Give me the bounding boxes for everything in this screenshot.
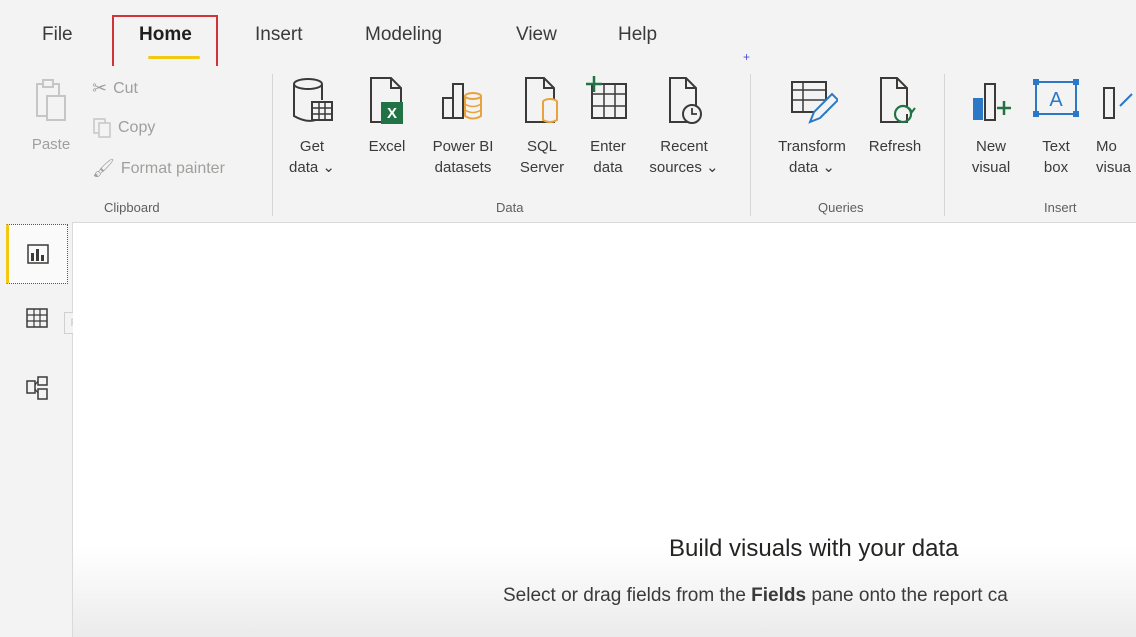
- tab-view[interactable]: View: [516, 24, 557, 46]
- new-visual-label-2: visual: [971, 159, 1011, 176]
- database-table-icon: [293, 78, 333, 122]
- group-label-data: Data: [496, 200, 524, 215]
- text-box-button[interactable]: A Text box: [1030, 74, 1082, 178]
- subtitle-text-fields: Fields: [751, 585, 807, 606]
- new-visual-icon: [973, 83, 1011, 121]
- transform-data-label-2: data ⌄: [789, 159, 835, 176]
- group-label-queries: Queries: [818, 200, 864, 215]
- paste-label: Paste: [31, 136, 71, 153]
- enter-data-label-2: data: [593, 159, 623, 176]
- more-visuals-icon: [1103, 87, 1133, 119]
- svg-text:X: X: [387, 105, 397, 122]
- paintbrush-icon: 🖌: [92, 158, 115, 178]
- ribbon-tab-bar: File Home Insert Modeling View Help +: [0, 0, 1136, 69]
- sql-server-label-1: SQL: [526, 138, 557, 155]
- get-data-label-1: Get: [299, 138, 325, 155]
- empty-state-subtitle: Select or drag fields from the Fields pa…: [503, 585, 1008, 607]
- recent-sources-button[interactable]: Recent sources ⌄: [642, 74, 726, 178]
- model-view-button[interactable]: [6, 358, 68, 418]
- plus-marker-icon: +: [743, 50, 751, 64]
- subtitle-text-pre: Select or drag fields from the: [503, 585, 752, 606]
- svg-text:A: A: [1049, 89, 1063, 111]
- copy-button[interactable]: Copy: [92, 118, 155, 138]
- paste-icon: [36, 79, 66, 121]
- transform-pencil-icon: [791, 81, 840, 124]
- left-view-nav: [0, 222, 73, 637]
- text-box-label-2: box: [1043, 159, 1069, 176]
- empty-state-title: Build visuals with your data: [669, 535, 959, 562]
- refresh-button[interactable]: Refresh: [860, 74, 930, 157]
- power-bi-datasets-label-2: datasets: [434, 159, 492, 176]
- more-visuals-label-2: visua: [1096, 159, 1132, 176]
- excel-button[interactable]: X Excel: [362, 74, 412, 157]
- excel-icon: X: [370, 77, 403, 124]
- copy-icon: [93, 118, 111, 138]
- group-label-insert: Insert: [1044, 200, 1077, 215]
- more-visuals-label-1: Mo: [1096, 138, 1117, 155]
- tab-insert[interactable]: Insert: [255, 24, 303, 46]
- data-view-button[interactable]: [6, 288, 68, 348]
- enter-data-label-1: Enter: [590, 138, 626, 155]
- text-box-label-1: Text: [1042, 138, 1070, 155]
- tab-file[interactable]: File: [42, 24, 73, 46]
- tab-help[interactable]: Help: [618, 24, 657, 46]
- report-view-button[interactable]: [6, 224, 68, 284]
- power-bi-datasets-button[interactable]: Power BI datasets: [424, 74, 502, 178]
- transform-data-button[interactable]: Transform data ⌄: [764, 74, 860, 178]
- new-visual-label-1: New: [975, 138, 1006, 155]
- ribbon: Paste ✂ Cut Copy 🖌 Format painter Clipbo…: [0, 66, 1136, 223]
- new-visual-button[interactable]: New visual: [962, 74, 1020, 178]
- cut-label: Cut: [113, 79, 138, 97]
- get-data-button[interactable]: Get data ⌄: [286, 74, 338, 178]
- power-bi-datasets-label-1: Power BI: [432, 138, 494, 155]
- recent-clock-icon: [669, 77, 702, 124]
- refresh-label: Refresh: [868, 138, 922, 155]
- refresh-icon: [880, 77, 916, 124]
- report-canvas[interactable]: Build visuals with your data Select or d…: [73, 223, 1136, 637]
- copy-label: Copy: [118, 119, 156, 136]
- active-tab-indicator: [148, 56, 200, 59]
- text-box-icon: A: [1033, 79, 1079, 117]
- group-label-clipboard: Clipboard: [104, 200, 160, 215]
- cut-button[interactable]: ✂ Cut: [92, 78, 138, 99]
- subtitle-text-post: pane onto the report ca: [806, 585, 1008, 606]
- group-separator: [944, 74, 945, 216]
- excel-label: Excel: [368, 138, 406, 155]
- bar-chart-icon: [27, 244, 49, 264]
- group-separator: [750, 74, 751, 216]
- group-separator: [272, 74, 273, 216]
- model-diagram-icon: [26, 376, 48, 400]
- recent-sources-label-1: Recent: [660, 138, 708, 155]
- transform-data-label-1: Transform: [778, 138, 846, 155]
- enter-data-button[interactable]: Enter data: [580, 74, 636, 178]
- sql-server-icon: [525, 77, 558, 123]
- dataset-icon: [442, 83, 482, 120]
- home-tab-highlight-box: [112, 15, 218, 69]
- scissors-icon: ✂: [92, 78, 108, 98]
- tab-modeling[interactable]: Modeling: [365, 24, 442, 46]
- sql-server-button[interactable]: SQL Server: [512, 74, 572, 178]
- table-grid-icon: [26, 308, 48, 328]
- paste-button[interactable]: Paste: [22, 78, 80, 155]
- recent-sources-label-2: sources ⌄: [649, 159, 719, 176]
- get-data-label-2: data ⌄: [289, 159, 335, 176]
- format-painter-label: Format painter: [120, 159, 225, 177]
- sql-server-label-2: Server: [519, 159, 565, 176]
- format-painter-button[interactable]: 🖌 Format painter: [92, 158, 225, 179]
- table-plus-icon: [586, 76, 627, 119]
- more-visuals-button[interactable]: Mo visua: [1092, 74, 1136, 178]
